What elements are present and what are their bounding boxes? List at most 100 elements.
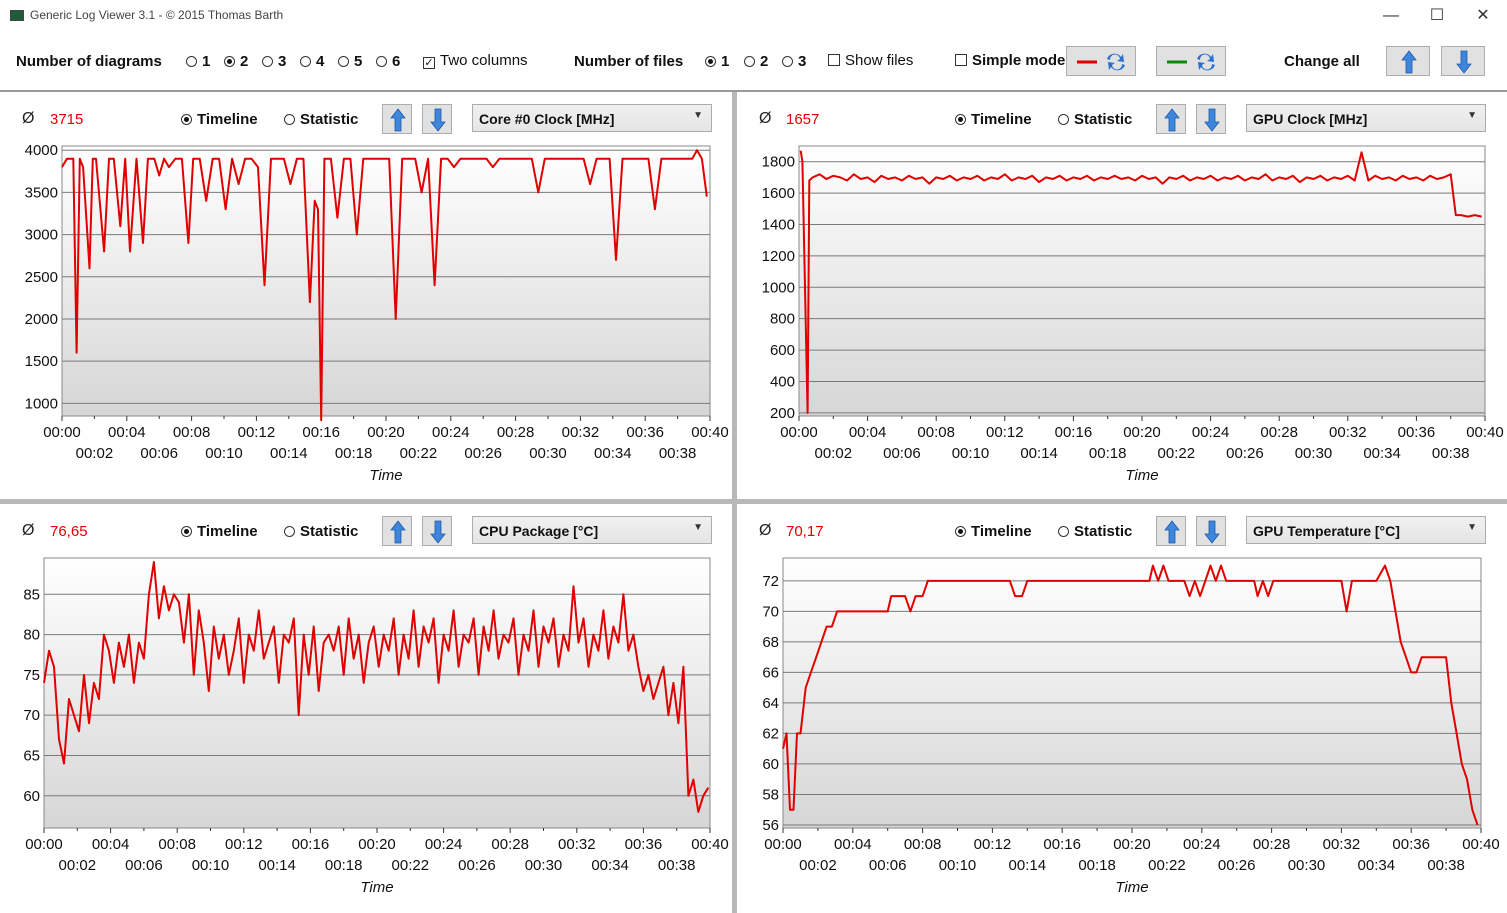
x-tick-label: 00:18: [325, 857, 363, 874]
x-tick-label: 00:38: [659, 445, 697, 462]
y-tick-label: 70: [23, 707, 40, 724]
x-axis-title: Time: [369, 467, 402, 484]
files-option-2[interactable]: 2: [744, 53, 768, 70]
x-tick-label: 00:34: [591, 857, 629, 874]
y-tick-label: 3500: [25, 184, 58, 201]
file2-color-button[interactable]: [1156, 46, 1226, 76]
x-tick-label: 00:38: [1432, 445, 1470, 462]
y-tick-label: 200: [770, 405, 795, 422]
diagram-panel-3: Ø 76,65 Timeline Statistic CPU Package […: [0, 504, 732, 913]
diagram-panel-1: Ø 3715 Timeline Statistic Core #0 Clock …: [0, 92, 732, 499]
y-tick-label: 1600: [762, 185, 795, 202]
show-files-checkbox[interactable]: Show files: [828, 52, 913, 69]
x-tick-label: 00:06: [140, 445, 178, 462]
y-tick-label: 70: [762, 603, 779, 620]
x-tick-label: 00:14: [270, 445, 308, 462]
x-tick-label: 00:10: [939, 857, 977, 874]
x-tick-label: 00:40: [691, 836, 729, 853]
x-tick-label: 00:26: [1226, 445, 1264, 462]
x-tick-label: 00:40: [1466, 424, 1504, 441]
y-tick-label: 60: [762, 756, 779, 773]
x-tick-label: 00:08: [173, 424, 211, 441]
y-tick-label: 1400: [762, 216, 795, 233]
y-tick-label: 3000: [25, 227, 58, 244]
x-tick-label: 00:30: [525, 857, 563, 874]
diagrams-option-1[interactable]: 1: [186, 53, 210, 70]
change-all-up-button[interactable]: [1386, 46, 1430, 76]
y-tick-label: 64: [762, 695, 779, 712]
x-tick-label: 00:34: [1363, 445, 1401, 462]
change-all-down-button[interactable]: [1441, 46, 1485, 76]
x-tick-label: 00:24: [432, 424, 470, 441]
x-tick-label: 00:06: [125, 857, 163, 874]
y-tick-label: 400: [770, 373, 795, 390]
plot-area: [782, 557, 1482, 829]
x-tick-label: 00:36: [1398, 424, 1436, 441]
x-tick-label: 00:30: [1288, 857, 1326, 874]
maximize-button[interactable]: ☐: [1414, 4, 1460, 28]
x-tick-label: 00:10: [952, 445, 990, 462]
diagram-panel-2: Ø 1657 Timeline Statistic GPU Clock [MHz…: [737, 92, 1507, 499]
diagrams-option-3[interactable]: 3: [262, 53, 286, 70]
radio-icon: [300, 56, 311, 67]
x-tick-label: 00:20: [1123, 424, 1161, 441]
diagrams-option-5[interactable]: 5: [338, 53, 362, 70]
simple-mode-checkbox[interactable]: Simple mode: [955, 52, 1067, 69]
x-tick-label: 00:26: [1218, 857, 1256, 874]
close-button[interactable]: ✕: [1460, 4, 1506, 28]
radio-icon: [186, 56, 197, 67]
x-tick-label: 00:18: [1089, 445, 1127, 462]
x-tick-label: 00:32: [1323, 836, 1361, 853]
x-tick-label: 00:08: [158, 836, 196, 853]
x-tick-label: 00:00: [25, 836, 63, 853]
x-tick-label: 00:02: [59, 857, 97, 874]
x-tick-label: 00:12: [986, 424, 1024, 441]
files-label: Number of files: [574, 53, 684, 70]
x-tick-label: 00:30: [1295, 445, 1333, 462]
x-tick-label: 00:00: [43, 424, 81, 441]
file1-color-button[interactable]: [1066, 46, 1136, 76]
minimize-button[interactable]: —: [1368, 4, 1414, 28]
x-tick-label: 00:10: [205, 445, 243, 462]
y-tick-label: 60: [23, 788, 40, 805]
x-tick-label: 00:32: [558, 836, 596, 853]
files-option-3[interactable]: 3: [782, 53, 806, 70]
chart: 56 58 60 62 64 66 68 70 72 00:00 00:04 00:08 00:12 00…: [762, 557, 1500, 896]
x-tick-label: 00:38: [1427, 857, 1465, 874]
x-tick-label: 00:14: [258, 857, 296, 874]
plot-area: [798, 145, 1486, 417]
y-tick-label: 80: [23, 627, 40, 644]
y-tick-label: 2000: [25, 311, 58, 328]
diagrams-option-6[interactable]: 6: [376, 53, 400, 70]
x-tick-label: 00:28: [497, 424, 535, 441]
two-columns-checkbox[interactable]: ✓ Two columns: [423, 52, 528, 69]
x-tick-label: 00:02: [815, 445, 853, 462]
x-tick-label: 00:12: [974, 836, 1012, 853]
x-tick-label: 00:32: [562, 424, 600, 441]
plot-area: [61, 145, 711, 417]
arrow-down-icon: [1456, 50, 1472, 74]
diagrams-option-2[interactable]: 2: [224, 53, 248, 70]
radio-selected-icon: [224, 56, 235, 67]
x-tick-label: 00:22: [392, 857, 430, 874]
x-tick-label: 00:36: [626, 424, 664, 441]
x-tick-label: 00:36: [625, 836, 663, 853]
refresh-icon: [1167, 53, 1215, 71]
files-option-1[interactable]: 1: [705, 53, 729, 70]
x-tick-label: 00:10: [192, 857, 230, 874]
x-tick-label: 00:18: [1078, 857, 1116, 874]
x-tick-label: 00:06: [883, 445, 921, 462]
radio-icon: [744, 56, 755, 67]
y-tick-label: 75: [23, 667, 40, 684]
x-tick-label: 00:28: [1260, 424, 1298, 441]
x-tick-label: 00:16: [1055, 424, 1093, 441]
y-tick-label: 62: [762, 725, 779, 742]
x-tick-label: 00:30: [529, 445, 567, 462]
radio-icon: [782, 56, 793, 67]
x-tick-label: 00:38: [658, 857, 696, 874]
arrow-up-icon: [1401, 50, 1417, 74]
x-tick-label: 00:08: [904, 836, 942, 853]
x-tick-label: 00:22: [400, 445, 438, 462]
x-tick-label: 00:20: [358, 836, 396, 853]
diagrams-option-4[interactable]: 4: [300, 53, 324, 70]
